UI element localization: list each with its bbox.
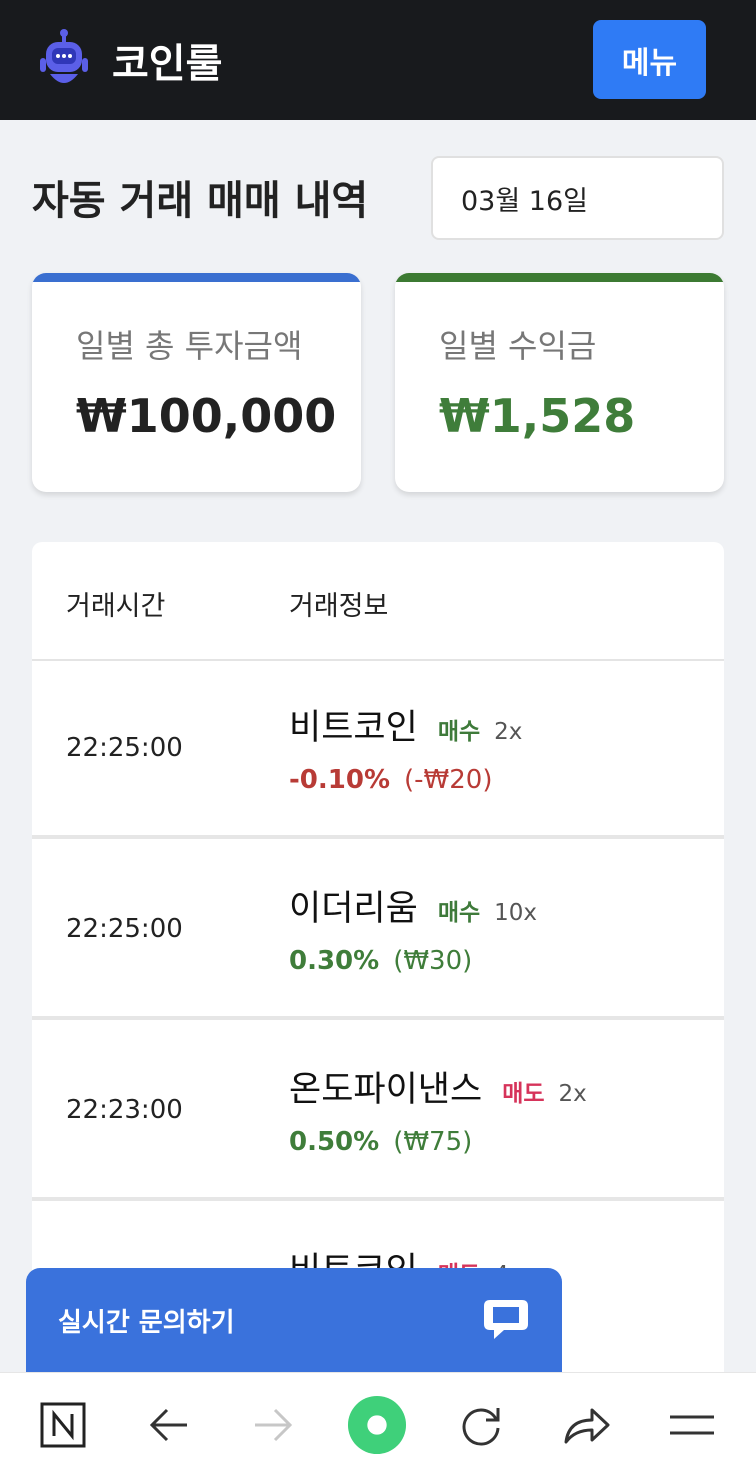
profit-line: 0.30% (₩30) [289, 946, 472, 976]
coin-line: 이더리움 매수 10x [289, 880, 537, 931]
profit-percent: 0.30% [289, 946, 380, 976]
back-arrow-icon[interactable] [139, 1395, 199, 1455]
trade-time: 22:25:00 [66, 914, 183, 944]
date-selector[interactable]: 03월 16일 [431, 156, 724, 240]
coin-name: 비트코인 [289, 708, 418, 748]
table-row[interactable]: 22:23:00 온도파이낸스 매도 2x 0.50% (₩75) [32, 1023, 724, 1201]
trade-side: 매수 [437, 719, 481, 745]
menu-button[interactable]: 메뉴 [593, 20, 706, 99]
trade-time: 22:25:00 [66, 733, 183, 763]
profit-line: -0.10% (-₩20) [289, 765, 492, 795]
table-row[interactable]: 22:25:00 이더리움 매수 10x 0.30% (₩30) [32, 842, 724, 1020]
coin-name: 이더리움 [289, 889, 418, 929]
page-title: 자동 거래 매매 내역 [32, 178, 369, 224]
profit-value: ₩1,528 [439, 389, 636, 443]
browser-nav-bar [0, 1372, 756, 1476]
green-dot-icon[interactable] [347, 1395, 407, 1455]
trade-side: 매수 [437, 900, 481, 926]
robot-logo-icon [40, 29, 88, 83]
leverage: 10x [494, 900, 538, 926]
profit-line: 0.50% (₩75) [289, 1127, 472, 1157]
chat-bubble-icon [484, 1300, 528, 1339]
naver-logo-icon[interactable] [33, 1395, 93, 1455]
profit-card: 일별 수익금 ₩1,528 [395, 273, 724, 492]
top-bar: 코인룰 메뉴 [0, 0, 756, 120]
profit-amount: (₩75) [393, 1127, 473, 1157]
investment-card-accent [32, 273, 361, 282]
brand-name: 코인룰 [112, 41, 223, 87]
table-row[interactable]: 22:25:00 비트코인 매수 2x -0.10% (-₩20) [32, 661, 724, 839]
live-chat-button[interactable]: 실시간 문의하기 [26, 1268, 562, 1378]
coin-line: 온도파이낸스 매도 2x [289, 1061, 587, 1112]
refresh-icon[interactable] [451, 1395, 511, 1455]
profit-percent: -0.10% [289, 765, 390, 795]
profit-card-accent [395, 273, 724, 282]
share-icon[interactable] [557, 1395, 617, 1455]
investment-label: 일별 총 투자금액 [76, 327, 303, 365]
trade-table: 거래시간 거래정보 22:25:00 비트코인 매수 2x -0.10% (-₩20)… [32, 542, 724, 1382]
date-value: 03월 16일 [461, 185, 588, 217]
live-chat-label: 실시간 문의하기 [58, 1308, 235, 1338]
trade-side: 매도 [502, 1081, 545, 1107]
trade-time: 22:23:00 [66, 1095, 183, 1125]
investment-value: ₩100,000 [76, 389, 337, 443]
profit-label: 일별 수익금 [439, 327, 597, 365]
header-time: 거래시간 [66, 591, 166, 622]
coin-name: 온도파이낸스 [289, 1070, 483, 1110]
profit-amount: (-₩20) [404, 765, 493, 795]
table-header: 거래시간 거래정보 [32, 542, 724, 661]
investment-card: 일별 총 투자금액 ₩100,000 [32, 273, 361, 492]
leverage: 2x [558, 1081, 587, 1107]
leverage: 2x [494, 719, 523, 745]
profit-amount: (₩30) [393, 946, 473, 976]
coin-line: 비트코인 매수 2x [289, 699, 522, 750]
menu-lines-icon[interactable] [662, 1395, 722, 1455]
profit-percent: 0.50% [289, 1127, 380, 1157]
forward-arrow-icon[interactable] [243, 1395, 303, 1455]
header-info: 거래정보 [289, 591, 389, 622]
